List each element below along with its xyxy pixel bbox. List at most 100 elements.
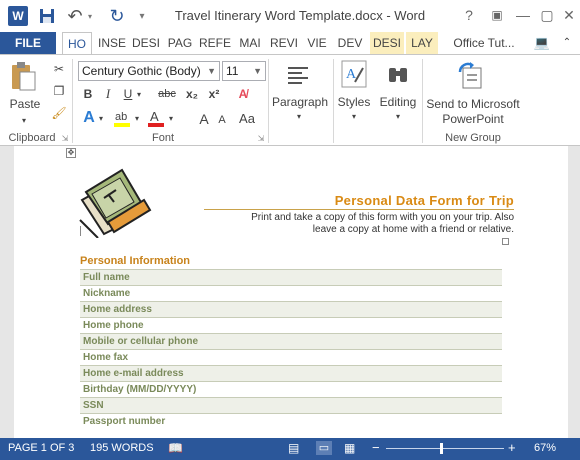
tab-insert[interactable]: INSE bbox=[96, 32, 128, 54]
send-to-powerpoint-label[interactable]: Send to Microsoft PowerPoint bbox=[422, 97, 524, 127]
word-count[interactable]: 195 WORDS bbox=[90, 442, 154, 454]
window-title: Travel Itinerary Word Template.docx - Wo… bbox=[174, 8, 426, 23]
strikethrough-button[interactable]: abc bbox=[156, 85, 178, 103]
close-icon[interactable]: ✕ bbox=[556, 2, 580, 28]
font-size-value: 11 bbox=[226, 64, 239, 78]
chevron-down-icon: ▼ bbox=[207, 66, 216, 76]
italic-button[interactable]: I bbox=[100, 85, 116, 103]
paste-dropdown-icon[interactable]: ▾ bbox=[18, 115, 30, 125]
tab-view[interactable]: VIE bbox=[302, 32, 332, 54]
page-count[interactable]: PAGE 1 OF 3 bbox=[8, 442, 74, 454]
divider bbox=[268, 59, 269, 143]
redo-icon[interactable]: ↻ bbox=[106, 4, 128, 28]
cut-icon[interactable]: ✂ bbox=[50, 61, 68, 77]
table-row[interactable]: Home address bbox=[80, 302, 502, 317]
subscript-button[interactable]: x₂ bbox=[182, 85, 202, 103]
table-row[interactable]: Home fax bbox=[80, 350, 502, 365]
tab-file[interactable]: FILE bbox=[0, 32, 56, 54]
subtitle-line2: leave a copy at home with a friend or re… bbox=[312, 224, 514, 235]
highlight-icon[interactable]: ab bbox=[112, 107, 132, 129]
paragraph-label[interactable]: Paragraph bbox=[270, 95, 330, 109]
send-to-powerpoint-icon[interactable] bbox=[456, 61, 486, 91]
change-case-icon[interactable]: Aa bbox=[236, 107, 258, 129]
tab-table-layout[interactable]: LAY bbox=[406, 32, 438, 54]
section-title[interactable]: Personal Information bbox=[80, 255, 190, 267]
form-title[interactable]: Personal Data Form for Trip bbox=[274, 193, 514, 208]
zoom-level[interactable]: 67% bbox=[534, 442, 556, 454]
copy-icon[interactable]: ❐ bbox=[50, 83, 68, 99]
undo-dropdown-icon[interactable]: ▾ bbox=[84, 4, 96, 28]
help-icon[interactable]: ? bbox=[456, 2, 482, 28]
paste-icon[interactable] bbox=[8, 59, 38, 93]
account-name[interactable]: Office Tut... bbox=[446, 32, 522, 54]
shrink-font-button[interactable]: A bbox=[214, 111, 230, 129]
font-color-icon[interactable]: A bbox=[146, 107, 166, 129]
status-bar: PAGE 1 OF 3 195 WORDS 📖 ▤ ▭ ▦ − + 67% bbox=[0, 438, 580, 460]
clear-formatting-icon[interactable]: A̸ bbox=[234, 85, 252, 103]
table-row[interactable]: Passport number bbox=[80, 414, 502, 429]
font-name-combo[interactable]: Century Gothic (Body) ▼ bbox=[78, 61, 220, 81]
ribbon: Paste ▾ ✂ ❐ 🖌 Clipboard ⇲ Century Gothic… bbox=[0, 54, 580, 146]
new-group-label: New Group bbox=[445, 132, 501, 144]
minimize-icon[interactable]: — bbox=[510, 2, 536, 28]
styles-dropdown-icon[interactable]: ▾ bbox=[349, 111, 359, 121]
styles-icon[interactable]: A bbox=[340, 59, 368, 89]
undo-icon[interactable]: ↶ bbox=[64, 4, 86, 28]
bold-button[interactable]: B bbox=[80, 85, 96, 103]
ribbon-display-icon[interactable]: ▣ bbox=[484, 2, 510, 28]
zoom-slider-track[interactable] bbox=[386, 448, 504, 449]
styles-label[interactable]: Styles bbox=[334, 95, 374, 109]
tab-table-design[interactable]: DESI bbox=[370, 32, 404, 54]
grow-font-button[interactable]: A bbox=[196, 109, 212, 129]
highlight-dropdown-icon[interactable]: ▾ bbox=[132, 111, 142, 125]
superscript-button[interactable]: x² bbox=[204, 85, 224, 103]
customize-qat-icon[interactable]: ▾ bbox=[134, 4, 150, 28]
read-mode-icon[interactable]: ▤ bbox=[288, 441, 299, 455]
text-boundary-mark bbox=[80, 226, 81, 236]
editing-label[interactable]: Editing bbox=[376, 95, 420, 109]
paragraph-icon[interactable] bbox=[284, 61, 312, 89]
zoom-slider-thumb[interactable] bbox=[440, 443, 443, 454]
table-row[interactable]: Birthday (MM/DD/YYYY) bbox=[80, 382, 502, 397]
paragraph-dropdown-icon[interactable]: ▾ bbox=[294, 111, 304, 121]
document-area: ✥ Personal Data Form for Trip Print and … bbox=[0, 146, 580, 438]
save-icon[interactable] bbox=[36, 4, 58, 28]
tab-developer[interactable]: DEV bbox=[334, 32, 366, 54]
editing-dropdown-icon[interactable]: ▾ bbox=[393, 111, 403, 121]
table-row[interactable]: Home phone bbox=[80, 318, 502, 333]
collapse-ribbon-icon[interactable]: ⌃ bbox=[558, 32, 576, 54]
tab-mailings[interactable]: MAI bbox=[234, 32, 266, 54]
font-size-combo[interactable]: 11 ▼ bbox=[222, 61, 266, 81]
zoom-out-icon[interactable]: − bbox=[372, 440, 380, 455]
account-picture-icon[interactable]: 💻 bbox=[530, 32, 554, 54]
zoom-in-icon[interactable]: + bbox=[508, 440, 516, 455]
font-color-dropdown-icon[interactable]: ▾ bbox=[166, 111, 176, 125]
form-subtitle[interactable]: Print and take a copy of this form with … bbox=[210, 212, 514, 236]
tab-review[interactable]: REVI bbox=[268, 32, 300, 54]
text-effects-dropdown-icon[interactable]: ▾ bbox=[96, 111, 106, 125]
document-page[interactable]: ✥ Personal Data Form for Trip Print and … bbox=[14, 146, 568, 438]
title-rule bbox=[204, 209, 514, 210]
tab-references[interactable]: REFE bbox=[198, 32, 232, 54]
table-row[interactable]: Full name bbox=[80, 270, 502, 285]
paste-label[interactable]: Paste bbox=[8, 97, 42, 111]
table-row[interactable]: Nickname bbox=[80, 286, 502, 301]
format-painter-icon[interactable]: 🖌 bbox=[50, 105, 68, 121]
tab-page-layout[interactable]: PAG bbox=[164, 32, 196, 54]
chevron-down-icon: ▼ bbox=[253, 66, 262, 76]
underline-dropdown-icon[interactable]: ▾ bbox=[134, 85, 144, 103]
table-row[interactable]: Mobile or cellular phone bbox=[80, 334, 502, 349]
font-launcher-icon[interactable]: ⇲ bbox=[256, 133, 266, 143]
print-layout-icon[interactable]: ▭ bbox=[316, 441, 332, 455]
table-row[interactable]: Home e-mail address bbox=[80, 366, 502, 381]
table-resize-handle-icon[interactable] bbox=[502, 238, 509, 245]
svg-text:A: A bbox=[150, 109, 159, 124]
tab-home[interactable]: HO bbox=[62, 32, 92, 54]
web-layout-icon[interactable]: ▦ bbox=[344, 441, 355, 455]
proofing-icon[interactable]: 📖 bbox=[168, 441, 183, 455]
clipboard-launcher-icon[interactable]: ⇲ bbox=[60, 133, 70, 143]
table-move-handle-icon[interactable]: ✥ bbox=[66, 148, 76, 158]
table-row[interactable]: SSN bbox=[80, 398, 502, 413]
binoculars-icon[interactable] bbox=[384, 61, 412, 89]
tab-design[interactable]: DESI bbox=[130, 32, 162, 54]
